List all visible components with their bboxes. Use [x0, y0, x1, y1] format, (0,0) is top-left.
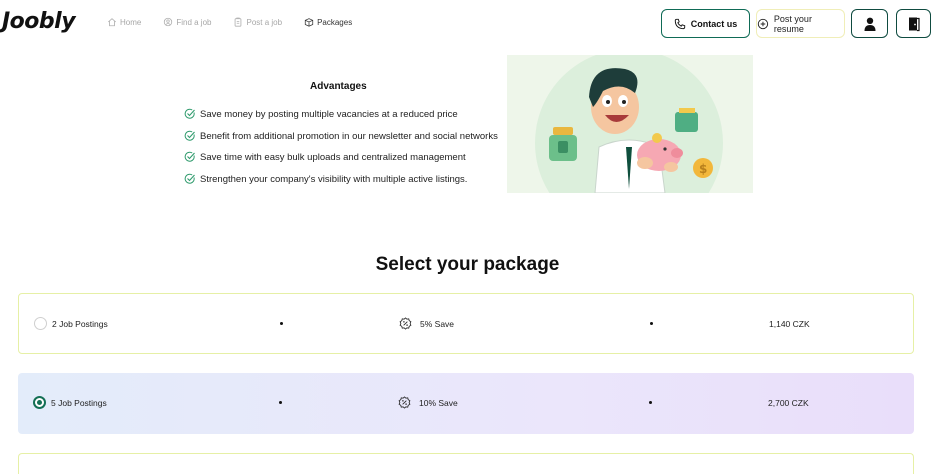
svg-text:$: $	[699, 162, 707, 176]
logo[interactable]: Joobly	[2, 9, 76, 34]
separator-dot	[280, 322, 283, 325]
door-exit-icon	[908, 17, 920, 31]
nav-label-home: Home	[120, 17, 142, 27]
separator-dot	[649, 401, 652, 404]
advantage-text: Save time with easy bulk uploads and cen…	[200, 152, 466, 164]
logout-button[interactable]	[896, 9, 931, 38]
check-circle-icon	[184, 130, 195, 141]
check-circle-icon	[184, 108, 195, 119]
check-circle-icon	[184, 152, 195, 163]
package-save-label: 5% Save	[420, 318, 455, 329]
package-option-5-postings[interactable]: 5 Job Postings 10% Save 2,700 CZK	[18, 373, 914, 434]
advantages-title: Advantages	[310, 81, 367, 92]
package-option-partial[interactable]	[18, 453, 914, 474]
post-resume-label: Post your resume	[773, 13, 812, 34]
clipboard-icon	[235, 17, 242, 27]
advantage-item: Save time with easy bulk uploads and cen…	[184, 152, 498, 174]
contact-us-label: Contact us	[690, 18, 738, 29]
user-icon	[864, 17, 875, 31]
package-radio[interactable]	[33, 396, 46, 409]
advantage-item: Save money by posting multiple vacancies…	[184, 108, 498, 131]
phone-icon	[674, 18, 685, 29]
advantages-list: Save money by posting multiple vacancies…	[184, 108, 498, 196]
package-price: 1,140 CZK	[769, 319, 810, 329]
package-name: 5 Job Postings	[51, 398, 107, 408]
separator-dot	[650, 322, 653, 325]
advantage-item: Strengthen your company's visibility wit…	[184, 173, 498, 196]
package-price: 2,700 CZK	[768, 398, 809, 408]
home-icon	[107, 18, 117, 27]
check-circle-icon	[184, 173, 195, 184]
savings-illustration: $	[507, 55, 753, 193]
discount-badge-icon	[398, 396, 411, 409]
package-name: 2 Job Postings	[52, 319, 108, 329]
post-resume-button[interactable]: Post your resume	[756, 9, 845, 38]
package-radio[interactable]	[34, 317, 47, 330]
nav-label-packages: Packages	[317, 17, 353, 27]
separator-dot	[279, 401, 282, 404]
search-person-icon	[164, 17, 173, 27]
package-icon	[304, 18, 314, 27]
package-discount: 10% Save	[398, 396, 458, 409]
advantage-text: Benefit from additional promotion in our…	[200, 130, 498, 142]
nav-item-packages[interactable]: Packages	[304, 17, 352, 27]
advantage-item: Benefit from additional promotion in our…	[184, 130, 498, 153]
advantage-text: Save money by posting multiple vacancies…	[200, 109, 458, 120]
discount-badge-icon	[399, 317, 412, 330]
account-button[interactable]	[851, 9, 888, 38]
nav-item-find-job[interactable]: Find a job	[163, 17, 211, 27]
package-save-label: 10% Save	[419, 397, 458, 408]
select-package-title: Select your package	[375, 254, 560, 275]
advantage-text: Strengthen your company's visibility wit…	[200, 174, 468, 186]
plus-circle-icon	[757, 18, 769, 29]
main-nav: Home Find a job Post a job Packages	[107, 17, 374, 27]
nav-label-find-job: Find a job	[176, 17, 212, 27]
package-discount: 5% Save	[399, 317, 454, 330]
nav-label-post-job: Post a job	[246, 17, 283, 27]
package-option-2-postings[interactable]: 2 Job Postings 5% Save 1,140 CZK	[18, 293, 914, 354]
contact-us-button[interactable]: Contact us	[661, 9, 750, 38]
nav-item-home[interactable]: Home	[107, 17, 141, 27]
nav-item-post-job[interactable]: Post a job	[233, 17, 282, 27]
header: Joobly Home Find a job Post a job Packag…	[0, 0, 935, 48]
